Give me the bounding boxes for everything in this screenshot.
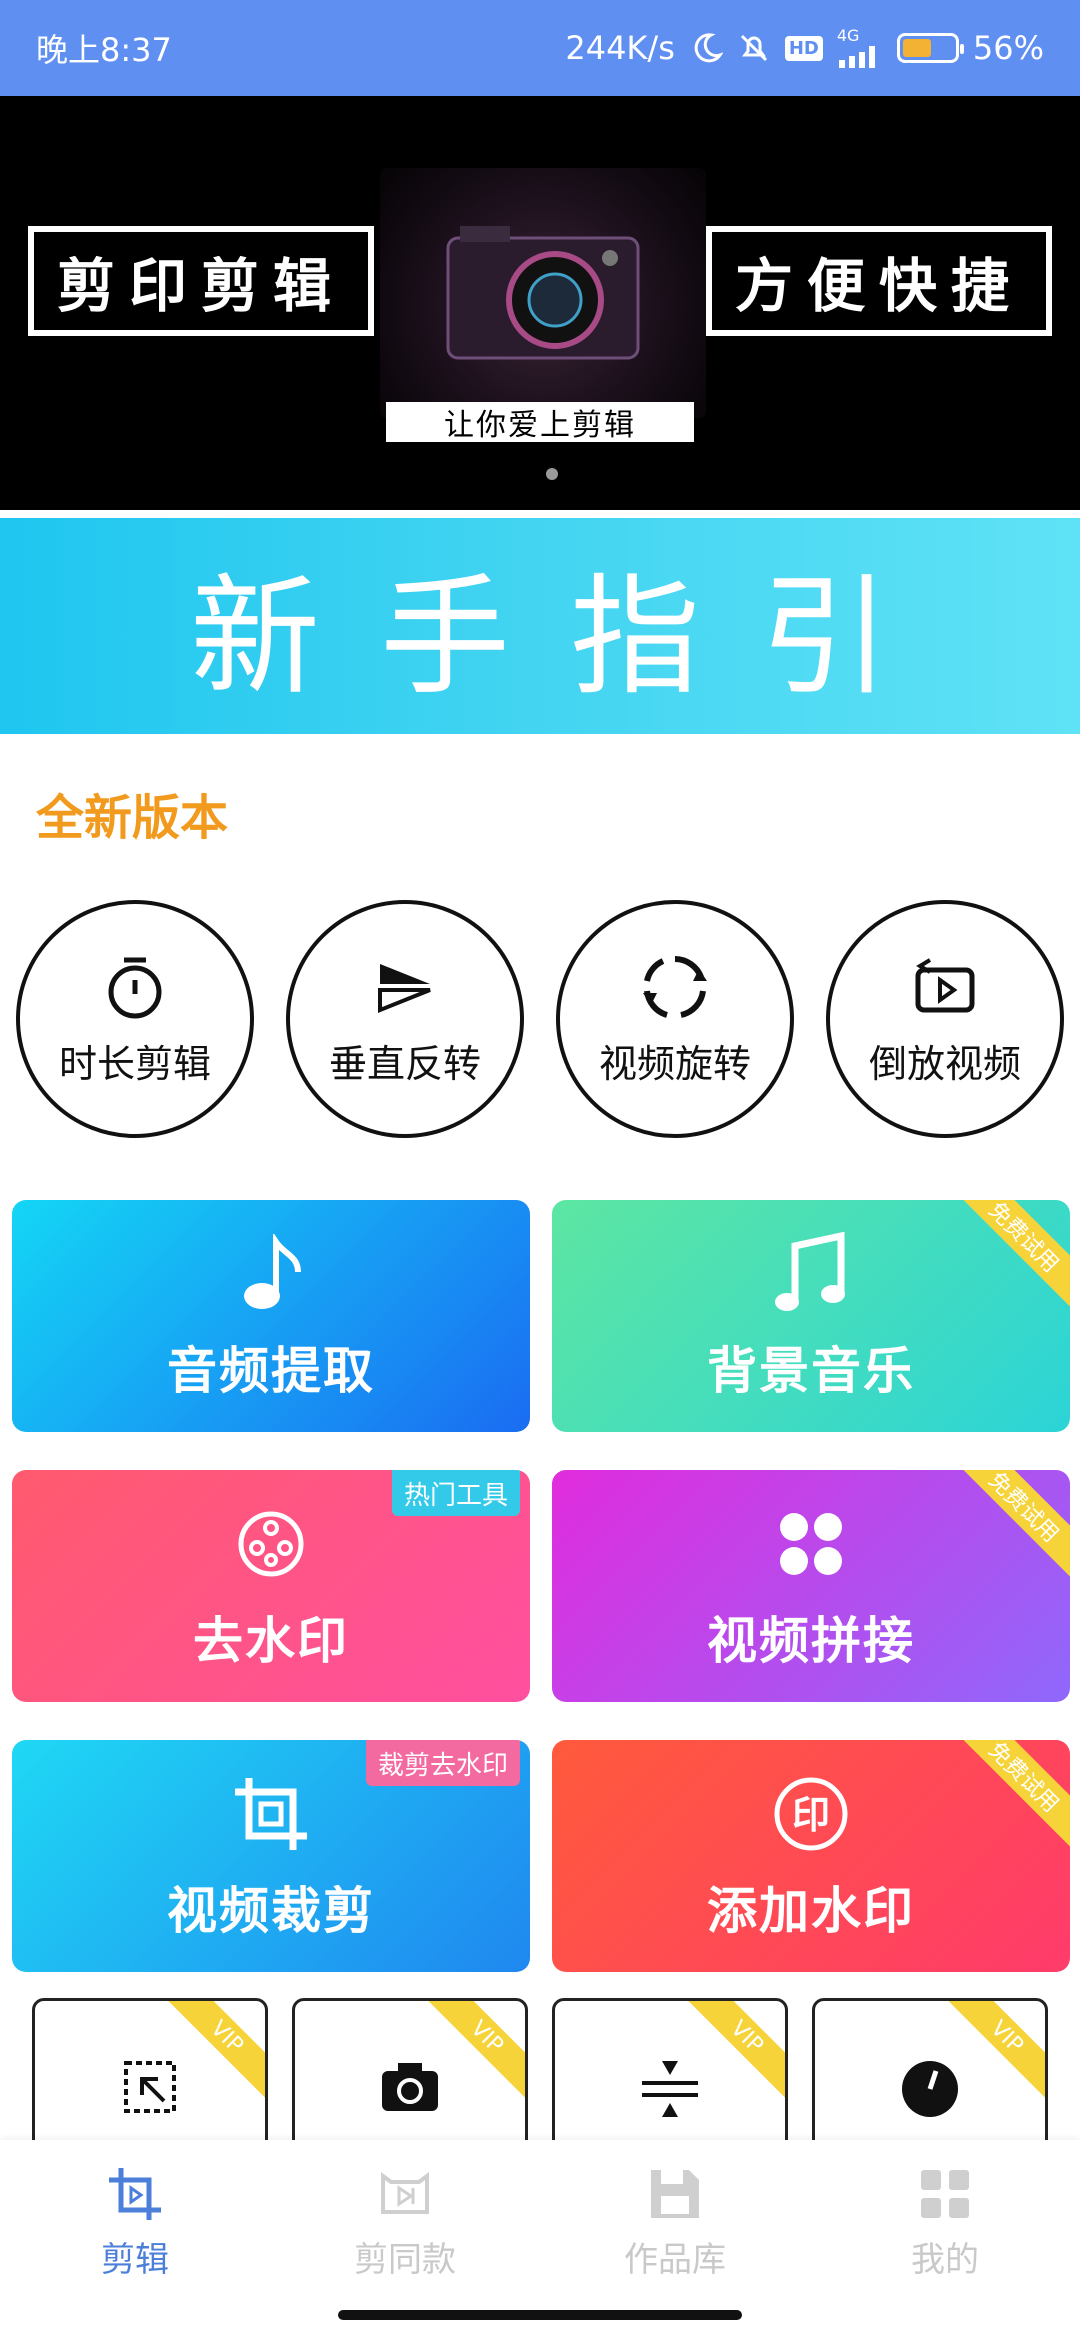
save-disk-icon	[645, 2164, 705, 2224]
speedometer-icon	[898, 2057, 962, 2125]
card-remove-watermark[interactable]: 热门工具 去水印	[12, 1470, 530, 1702]
nav-label: 剪同款	[354, 2240, 456, 2280]
seal-icon: 印	[771, 1769, 851, 1859]
banner-left-text: 剪印剪辑	[28, 226, 374, 336]
bottom-nav: 剪辑 剪同款 作品库 我的	[0, 2140, 1080, 2340]
camera-photo	[380, 168, 706, 418]
card-label: 背景音乐	[707, 1342, 915, 1400]
nav-edit[interactable]: 剪辑	[0, 2164, 270, 2290]
free-trial-badge: 免费试用	[952, 1740, 1070, 1849]
circle-tools: 时长剪辑 垂直反转 视频旋转 倒放视频	[16, 900, 1064, 1140]
free-trial-badge: 免费试用	[952, 1200, 1070, 1309]
nav-mine[interactable]: 我的	[810, 2164, 1080, 2290]
crop-icon	[231, 1769, 311, 1859]
nav-label: 我的	[911, 2240, 979, 2280]
music-note-icon	[236, 1229, 306, 1319]
four-petal-icon	[776, 1499, 846, 1589]
reverse-video-icon	[909, 951, 981, 1023]
battery-icon	[896, 33, 964, 63]
music-notes-icon	[771, 1229, 851, 1319]
status-bar: 晚上8:37 244K/s HD 4G 56%	[0, 0, 1080, 96]
card-label: 添加水印	[707, 1882, 915, 1940]
signal-icon: 4G	[837, 28, 883, 68]
hd-icon: HD	[784, 35, 823, 61]
compress-icon	[638, 2057, 702, 2125]
grid-icon	[915, 2164, 975, 2224]
crop-watermark-badge: 裁剪去水印	[365, 1740, 520, 1786]
template-icon	[375, 2164, 435, 2224]
battery-percent: 56%	[972, 29, 1044, 67]
card-bg-music[interactable]: 免费试用 背景音乐	[552, 1200, 1070, 1432]
banner-right-text: 方便快捷	[706, 226, 1052, 336]
moon-icon	[689, 31, 723, 65]
card-label: 音频提取	[167, 1342, 375, 1400]
status-right: 244K/s HD 4G 56%	[565, 28, 1044, 68]
camera-rotate-icon	[378, 2057, 442, 2121]
card-add-watermark[interactable]: 免费试用 印 添加水印	[552, 1740, 1070, 1972]
card-label: 视频裁剪	[167, 1882, 375, 1940]
home-indicator[interactable]	[338, 2310, 742, 2320]
tool-video-rotate[interactable]: 视频旋转	[556, 900, 794, 1138]
stopwatch-icon	[99, 951, 171, 1023]
section-title: 全新版本	[36, 790, 229, 846]
seal-glyph: 印	[792, 1793, 830, 1837]
film-reel-icon	[233, 1499, 309, 1589]
nav-label: 剪辑	[101, 2240, 169, 2280]
tool-label: 时长剪辑	[58, 1041, 211, 1086]
vip-tools-row: VIP VIP VIP VIP	[32, 1998, 1048, 2178]
nav-library[interactable]: 作品库	[540, 2164, 810, 2290]
tool-duration-edit[interactable]: 时长剪辑	[16, 900, 254, 1138]
tool-reverse-video[interactable]: 倒放视频	[826, 900, 1064, 1138]
mute-bell-icon	[737, 31, 771, 65]
tool-label: 视频旋转	[598, 1041, 751, 1086]
hot-tool-badge: 热门工具	[391, 1470, 520, 1516]
flip-icon	[369, 951, 441, 1023]
tool-label: 倒放视频	[868, 1041, 1021, 1086]
resize-icon	[120, 2057, 180, 2121]
rotate-icon	[639, 951, 711, 1023]
tool-label: 垂直反转	[328, 1041, 481, 1086]
nav-templates[interactable]: 剪同款	[270, 2164, 540, 2290]
free-trial-badge: 免费试用	[952, 1470, 1070, 1579]
nav-label: 作品库	[624, 2240, 726, 2280]
card-video-crop[interactable]: 裁剪去水印 视频裁剪	[12, 1740, 530, 1972]
top-banner[interactable]: 剪印剪辑 方便快捷 让你爱上剪辑	[0, 96, 1080, 510]
network-type: 4G	[836, 26, 860, 45]
card-video-merge[interactable]: 免费试用 视频拼接	[552, 1470, 1070, 1702]
status-time: 晚上8:37	[36, 31, 172, 69]
card-label: 视频拼接	[707, 1612, 915, 1670]
card-audio-extract[interactable]: 音频提取	[12, 1200, 530, 1432]
card-label: 去水印	[193, 1612, 349, 1670]
banner-pager-dot[interactable]	[546, 468, 558, 480]
banner-tagline: 让你爱上剪辑	[386, 402, 694, 443]
crop-play-icon	[105, 2164, 165, 2224]
guide-banner[interactable]: 新手指引	[0, 518, 1080, 734]
network-speed: 244K/s	[565, 29, 675, 67]
tool-vertical-flip[interactable]: 垂直反转	[286, 900, 524, 1138]
